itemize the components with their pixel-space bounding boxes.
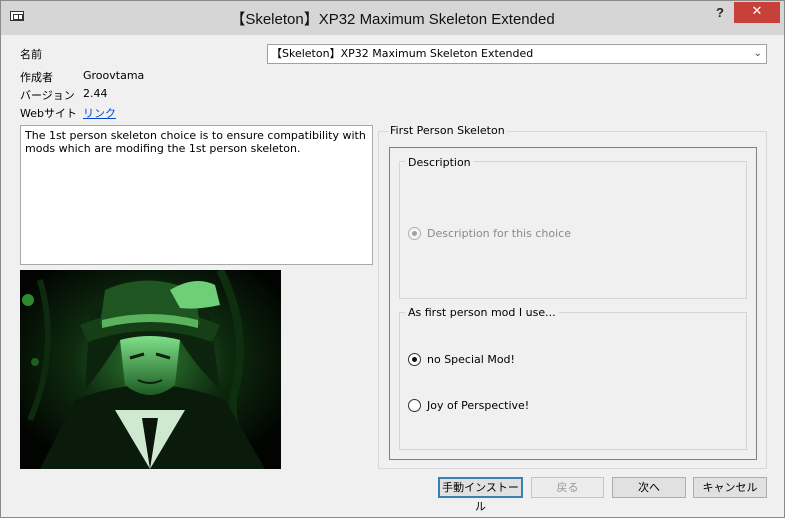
description-group-title: Description — [405, 156, 474, 169]
help-button[interactable]: ? — [710, 5, 730, 21]
installer-window: 【Skeleton】XP32 Maximum Skeleton Extended… — [0, 0, 785, 518]
name-label: 名前 — [20, 48, 42, 61]
version-value: 2.44 — [83, 87, 108, 100]
joy-of-perspective-radio[interactable] — [408, 399, 421, 412]
author-label: 作成者 — [20, 71, 53, 84]
description-option: Description for this choice — [408, 227, 571, 240]
back-button[interactable]: 戻る — [531, 477, 604, 498]
no-special-mod-radio[interactable] — [408, 353, 421, 366]
no-special-mod-label[interactable]: no Special Mod! — [427, 353, 515, 366]
preview-image — [20, 270, 281, 469]
version-label: バージョン — [20, 89, 75, 102]
title-bar: 【Skeleton】XP32 Maximum Skeleton Extended… — [1, 1, 784, 35]
close-button[interactable]: ✕ — [734, 2, 780, 23]
window-title: 【Skeleton】XP32 Maximum Skeleton Extended — [230, 11, 555, 28]
joy-of-perspective-label[interactable]: Joy of Perspective! — [427, 399, 529, 412]
website-link[interactable]: リンク — [83, 105, 116, 121]
option-joy-of-perspective[interactable]: Joy of Perspective! — [408, 399, 529, 412]
cancel-button[interactable]: キャンセル — [693, 477, 767, 498]
mod-choice-group — [399, 312, 747, 450]
manual-install-button[interactable]: 手動インストール — [438, 477, 523, 513]
plugin-select-value: 【Skeleton】XP32 Maximum Skeleton Extended — [271, 47, 534, 60]
first-person-skeleton-title: First Person Skeleton — [388, 124, 507, 137]
next-button[interactable]: 次へ — [612, 477, 686, 498]
plugin-select[interactable]: 【Skeleton】XP32 Maximum Skeleton Extended… — [267, 44, 767, 64]
mod-choice-group-title: As first person mod I use... — [405, 306, 559, 319]
author-value: Groovtama — [83, 69, 145, 82]
option-no-special-mod[interactable]: no Special Mod! — [408, 353, 515, 366]
description-option-label: Description for this choice — [427, 227, 571, 240]
description-text[interactable]: The 1st person skeleton choice is to ens… — [20, 125, 373, 265]
website-label: Webサイト — [20, 107, 77, 120]
chevron-down-icon[interactable]: ⌄ — [754, 45, 762, 63]
description-radio — [408, 227, 421, 240]
character-artwork — [20, 270, 281, 469]
